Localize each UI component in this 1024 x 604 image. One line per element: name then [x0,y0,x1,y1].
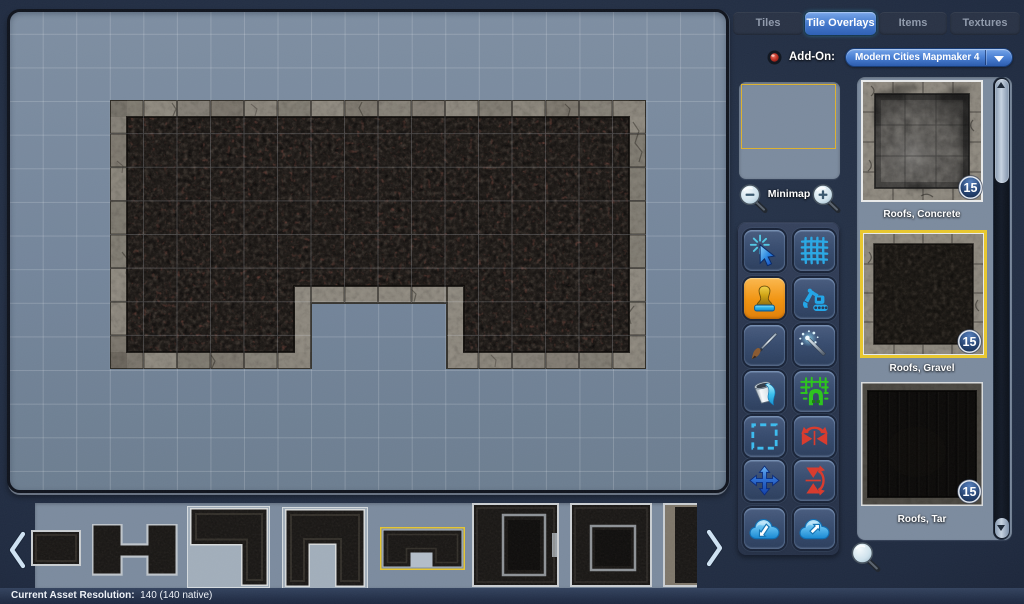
svg-text:15: 15 [962,335,976,349]
svg-text:15: 15 [962,485,976,499]
svg-text:15: 15 [963,181,977,195]
